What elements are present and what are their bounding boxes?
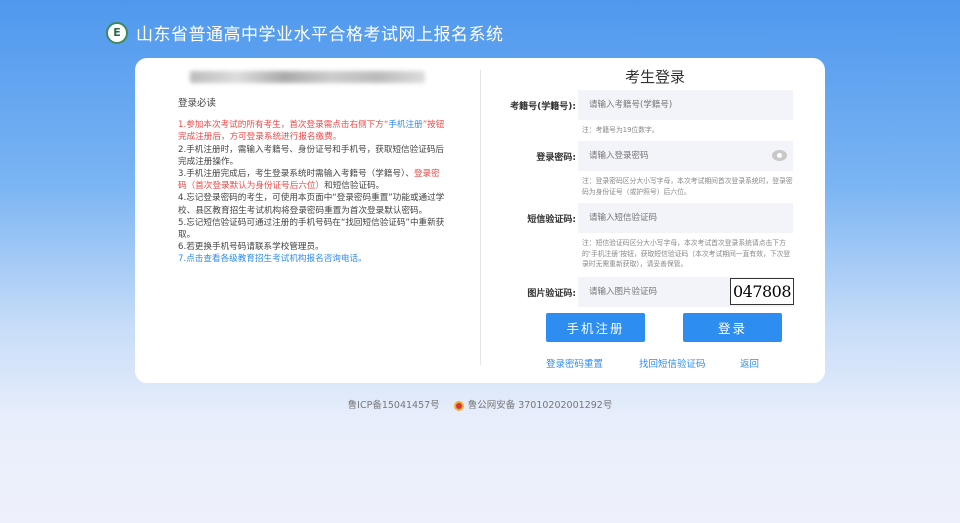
login-title: 考生登录 (575, 66, 735, 87)
eye-icon[interactable] (772, 150, 787, 161)
notice-text: 7. (178, 254, 186, 264)
login-card: 登录必读 1.参加本次考试的所有考生，首次登录需点击右侧下方“手机注册”按钮完成… (135, 58, 825, 383)
captcha-image[interactable]: 047808 (730, 278, 794, 305)
password-field (578, 141, 793, 171)
id-label: 考籍号(学籍号): (490, 99, 578, 112)
login-button[interactable]: 登录 (683, 313, 782, 342)
notice-register-ref: 手机注册 (388, 120, 422, 130)
notice-item-4: 4.忘记登录密码的考生，可使用本页面中“登录密码重置”功能或通过学校、县区教育招… (178, 192, 446, 216)
police-badge-icon (454, 401, 464, 411)
notice-heading: 登录必读 (178, 98, 446, 110)
captcha-label: 图片验证码: (490, 286, 578, 299)
notice-item-2: 2.手机注册时，需输入考籍号、身份证号和手机号，获取短信验证码后完成注册操作。 (178, 144, 446, 168)
notice-item-7: 7.点击查看各级教育招生考试机构报名咨询电话。 (178, 253, 446, 265)
icp-link[interactable]: 鲁ICP备15041457号 (348, 397, 440, 411)
id-row: 考籍号(学籍号): (490, 90, 795, 120)
police-record[interactable]: 鲁公网安备 37010202001292号 (454, 397, 613, 411)
header: E 山东省普通高中学业水平合格考试网上报名系统 (106, 20, 504, 45)
notice-item-5: 5.忘记短信验证码可通过注册的手机号码在“找回短信验证码”中重新获取。 (178, 217, 446, 241)
password-label: 登录密码: (490, 150, 578, 163)
back-link[interactable]: 返回 (740, 356, 759, 370)
sms-input[interactable] (578, 203, 793, 233)
police-record-text: 鲁公网安备 37010202001292号 (468, 400, 613, 411)
footer: 鲁ICP备15041457号 鲁公网安备 37010202001292号 (0, 397, 960, 411)
id-input[interactable] (578, 90, 793, 120)
logo-icon: E (106, 22, 128, 44)
sms-row: 短信验证码: (490, 203, 795, 233)
sms-label: 短信验证码: (490, 212, 578, 225)
id-note: 注：考籍号为19位数字。 (582, 125, 797, 136)
password-input[interactable] (578, 141, 768, 171)
notice-item-6: 6.若更换手机号码请联系学校管理员。 (178, 241, 446, 253)
sms-note: 注：短信验证码区分大小写字母，本次考试首次登录系统请点击下方的‘手机注册’按钮，… (582, 238, 797, 270)
notice-text: 和短信验证码。 (324, 181, 384, 191)
contact-phones-link[interactable]: 点击查看各级教育招生考试机构报名咨询电话。 (186, 254, 366, 264)
reset-password-link[interactable]: 登录密码重置 (546, 356, 603, 370)
password-row: 登录密码: (490, 141, 795, 171)
login-notice: 登录必读 1.参加本次考试的所有考生，首次登录需点击右侧下方“手机注册”按钮完成… (178, 98, 446, 266)
divider (480, 70, 481, 365)
recover-sms-link[interactable]: 找回短信验证码 (639, 356, 706, 370)
password-note: 注：登录密码区分大小写字母，本次考试期间首次登录系统时，登录密码为身份证号（或护… (582, 176, 797, 197)
blurred-banner (190, 71, 425, 83)
notice-item-1: 1.参加本次考试的所有考生，首次登录需点击右侧下方“手机注册”按钮完成注册后，方… (178, 119, 446, 143)
register-button[interactable]: 手机注册 (546, 313, 645, 342)
notice-text: 3.手机注册完成后，考生登录系统时需输入考籍号（学籍号）、 (178, 169, 414, 179)
notice-item-3: 3.手机注册完成后，考生登录系统时需输入考籍号（学籍号）、登录密码（首次登录默认… (178, 168, 446, 192)
page-title: 山东省普通高中学业水平合格考试网上报名系统 (136, 20, 504, 45)
notice-text: 1.参加本次考试的所有考生，首次登录需点击右侧下方“ (178, 120, 388, 130)
